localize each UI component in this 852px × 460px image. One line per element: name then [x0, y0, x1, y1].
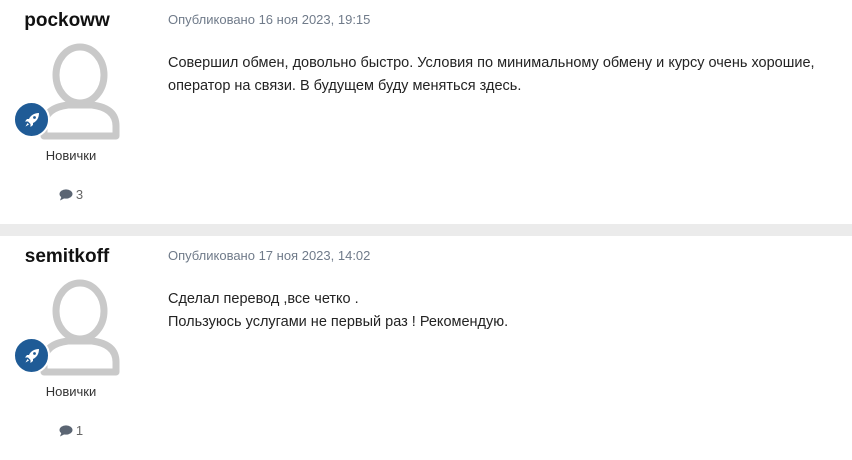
post-content: Совершил обмен, довольно быстро. Условия…	[168, 52, 838, 98]
post: semitkoff Новички 1 Опубликовано 17 ноя …	[0, 236, 852, 460]
author-post-count[interactable]: 3	[0, 187, 142, 204]
post-content: Сделал перевод ,все четко . Пользуюсь ус…	[168, 288, 838, 334]
post-author-panel: semitkoff Новички 1	[0, 236, 142, 460]
rocket-icon	[24, 348, 39, 363]
chat-bubble-icon	[59, 425, 73, 440]
post-date-link[interactable]: Опубликовано 16 ноя 2023, 19:15	[168, 12, 370, 27]
author-avatar[interactable]	[38, 278, 122, 376]
post-text-line: Сделал перевод ,все четко .	[168, 291, 359, 307]
post-text-line: Пользуюсь услугами не первый раз ! Реком…	[168, 314, 509, 330]
rank-badge	[13, 101, 50, 138]
post-text-line: оператор на связи. В будущем буду менять…	[168, 78, 522, 94]
post-count-value: 1	[75, 423, 84, 438]
post-count-value: 3	[75, 187, 84, 202]
author-avatar[interactable]	[38, 42, 122, 140]
post-author-panel: pockoww Новички 3	[0, 0, 142, 224]
author-username-link[interactable]: pockoww	[0, 10, 134, 32]
default-avatar-icon	[40, 43, 120, 140]
post-date-link[interactable]: Опубликовано 17 ноя 2023, 14:02	[168, 248, 370, 263]
default-avatar-icon	[40, 279, 120, 376]
post: pockoww Новички 3 Опубликовано 16 ноя 20…	[0, 0, 852, 224]
author-post-count[interactable]: 1	[0, 423, 142, 440]
author-rank-title: Новички	[45, 148, 97, 163]
post-text-line: Совершил обмен, довольно быстро. Условия…	[168, 55, 815, 71]
chat-bubble-icon	[59, 189, 73, 204]
author-username-link[interactable]: semitkoff	[0, 246, 134, 268]
rocket-icon	[24, 112, 39, 127]
rank-badge	[13, 337, 50, 374]
post-separator	[0, 224, 852, 236]
author-rank-title: Новички	[45, 384, 97, 399]
